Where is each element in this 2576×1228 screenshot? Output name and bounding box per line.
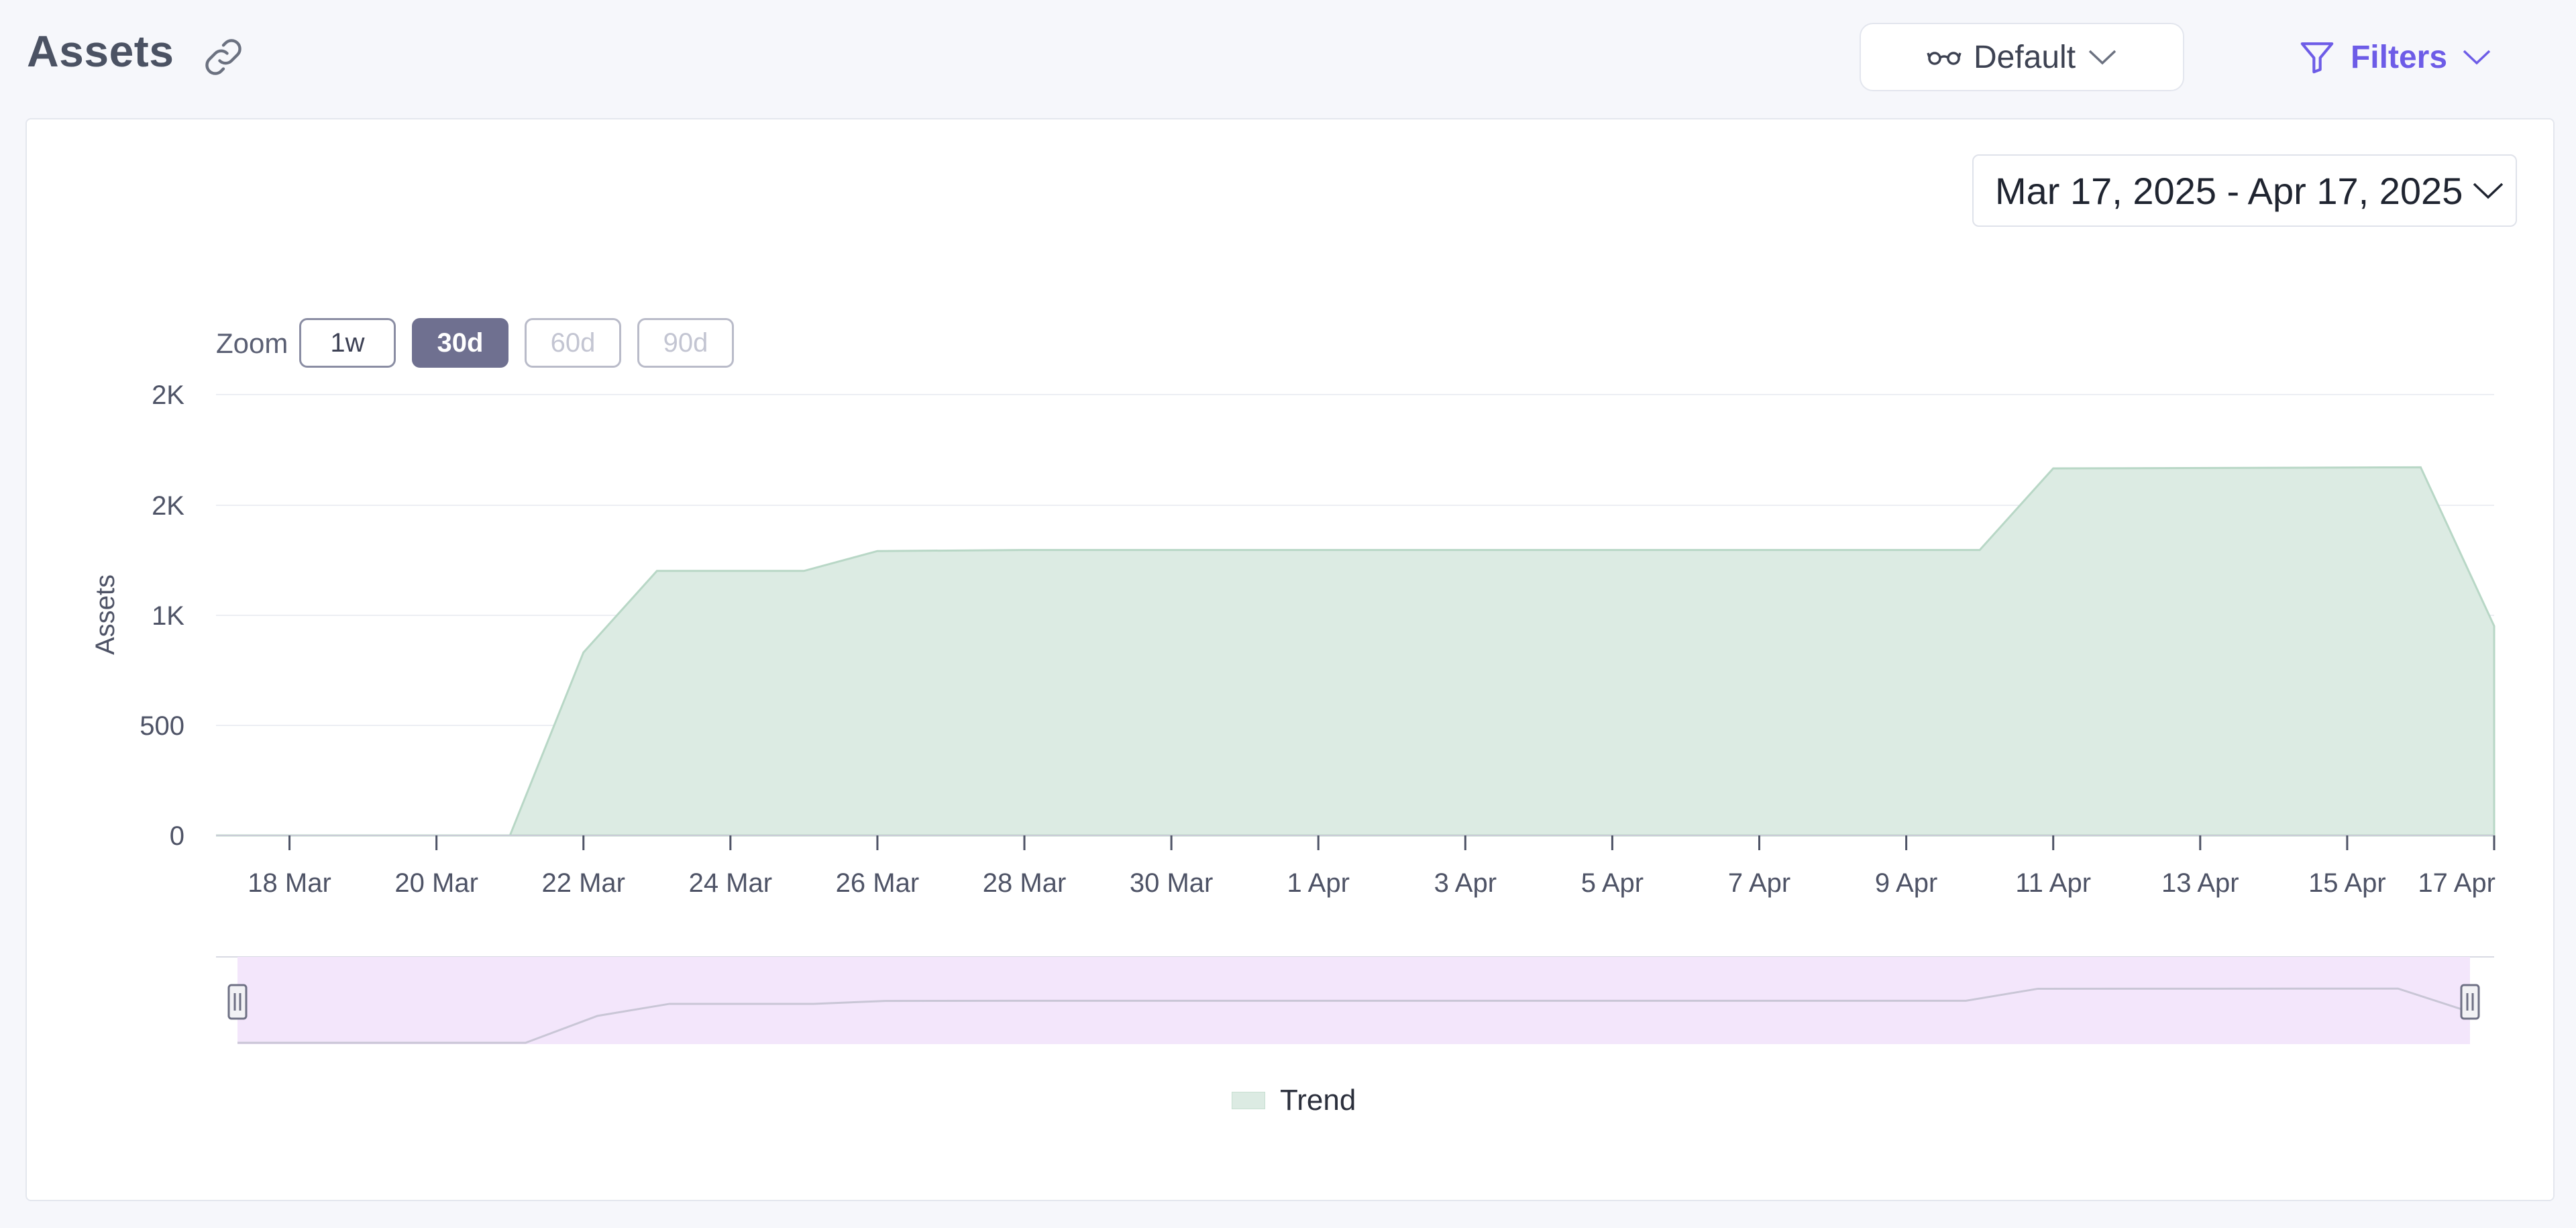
- trend-area: [216, 466, 2496, 837]
- range-navigator[interactable]: [216, 956, 2494, 1044]
- x-tick-label: 28 Mar: [983, 868, 1067, 898]
- handle-grip: [2460, 984, 2480, 1020]
- x-tick-label: 7 Apr: [1728, 868, 1790, 898]
- x-tick-label: 18 Mar: [248, 868, 331, 898]
- x-tick-label: 17 Apr: [2418, 868, 2496, 898]
- navigator-handle-right[interactable]: [2460, 984, 2480, 1020]
- area-chart: 0 500 1K 2K 2K Assets 18 Mar 20 Mar 22 Mar 24 Mar…: [91, 380, 2496, 1044]
- x-tick-label: 3 Apr: [1434, 868, 1497, 898]
- y-tick-label: 2K: [152, 491, 184, 521]
- legend-label: Trend: [1280, 1084, 1356, 1117]
- x-tick-label: 9 Apr: [1875, 868, 1937, 898]
- x-tick-label: 26 Mar: [836, 868, 920, 898]
- y-tick-label: 1K: [152, 601, 184, 631]
- y-tick-label: 500: [140, 711, 184, 741]
- x-tick-label: 22 Mar: [541, 868, 625, 898]
- x-tick-label: 11 Apr: [2015, 868, 2091, 898]
- navigator-handle-left[interactable]: [227, 984, 248, 1020]
- x-tick-label: 1 Apr: [1287, 868, 1350, 898]
- x-tick-label: 30 Mar: [1130, 868, 1214, 898]
- handle-grip: [227, 984, 248, 1020]
- x-tick-label: 13 Apr: [2161, 868, 2239, 898]
- x-tick-label: 20 Mar: [394, 868, 478, 898]
- x-tick-label: 15 Apr: [2308, 868, 2386, 898]
- x-tick-label: 5 Apr: [1581, 868, 1644, 898]
- legend-swatch: [1232, 1092, 1265, 1109]
- y-axis-title: Assets: [91, 574, 120, 655]
- y-tick-label: 0: [170, 821, 184, 851]
- x-tick-label: 24 Mar: [689, 868, 773, 898]
- chart-legend[interactable]: Trend: [1232, 1084, 1356, 1117]
- y-tick-label: 2K: [152, 380, 184, 410]
